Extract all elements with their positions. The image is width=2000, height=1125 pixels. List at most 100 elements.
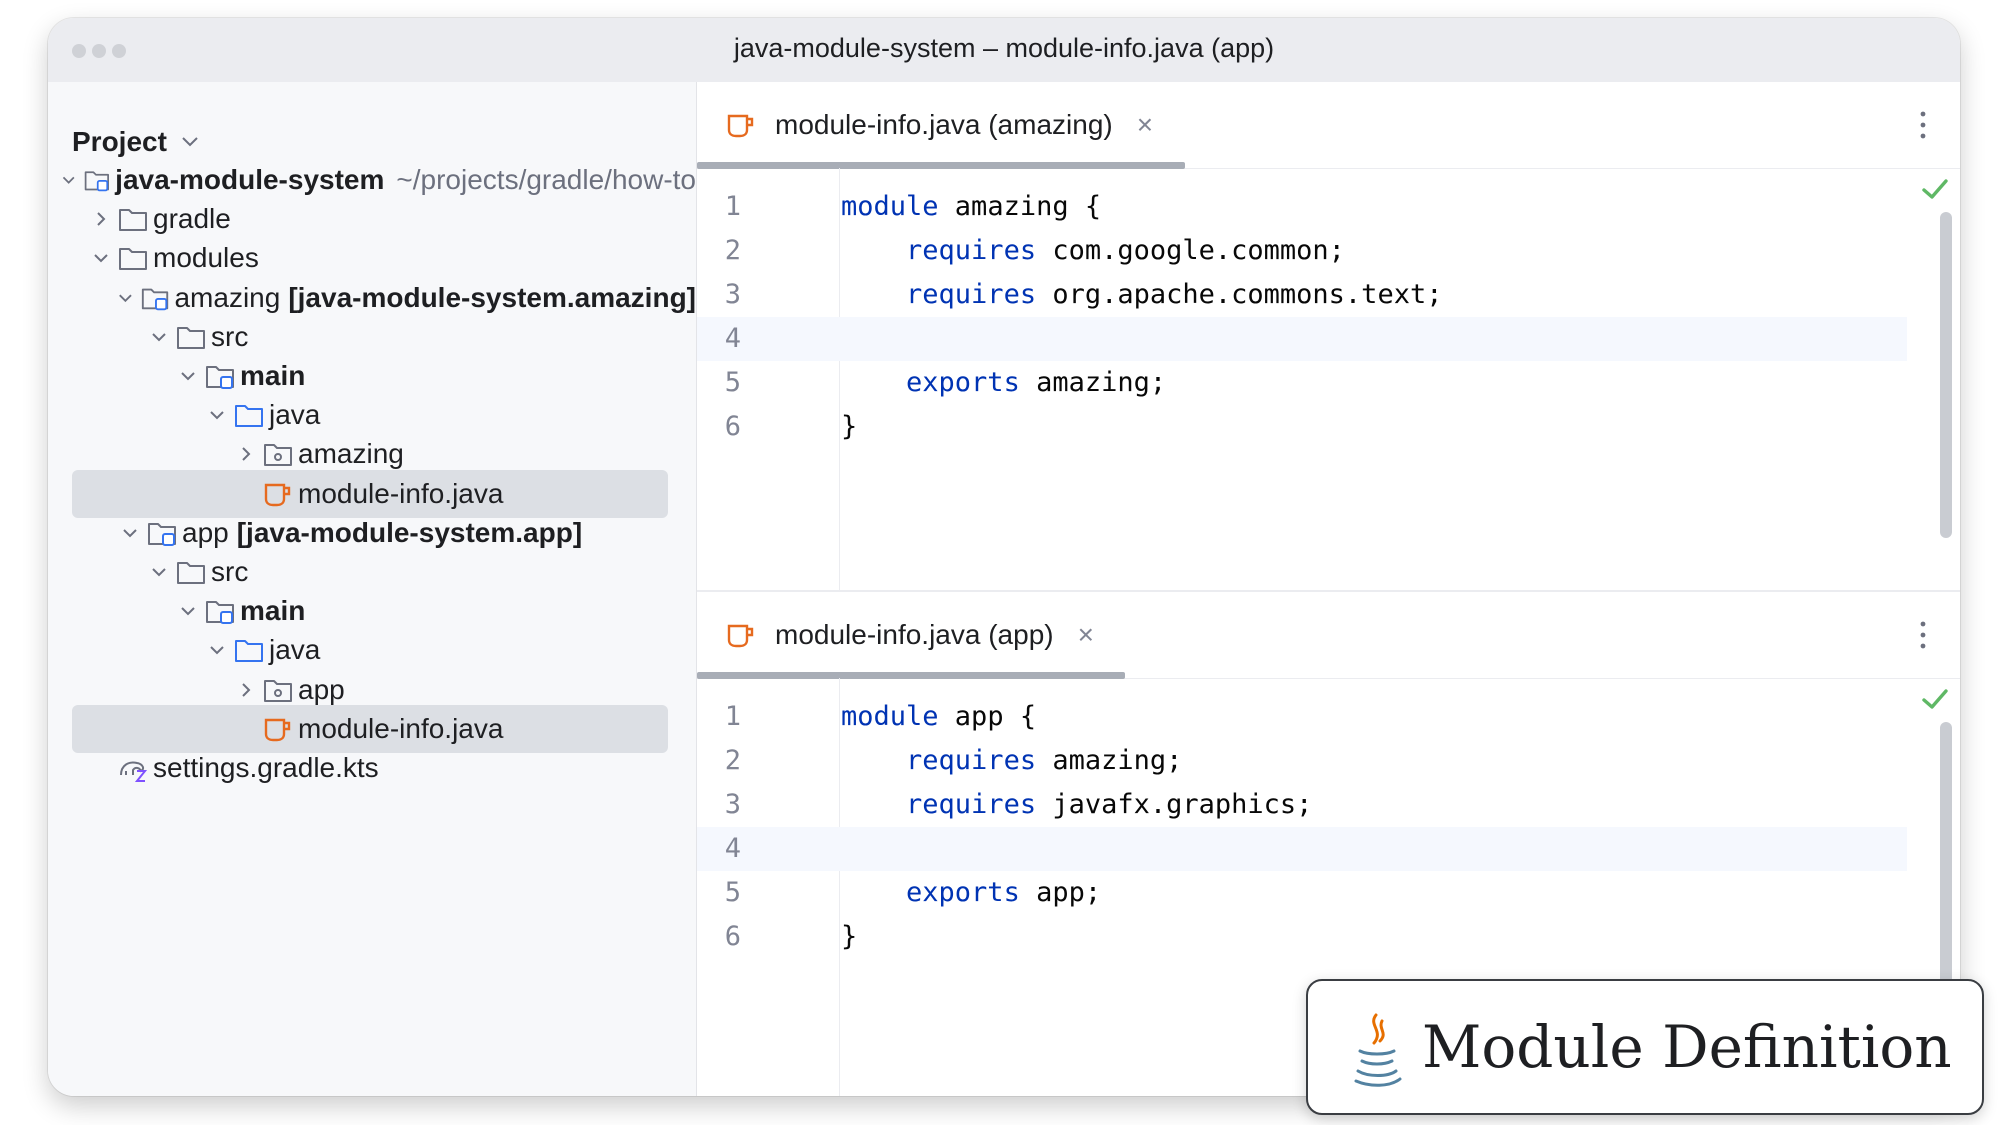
module-folder-icon: [206, 366, 234, 389]
vertical-scrollbar[interactable]: [1940, 212, 1952, 538]
inspection-ok-icon[interactable]: [1920, 176, 1950, 202]
chevron-down-icon[interactable]: [116, 288, 135, 308]
editor-tab-bar: module-info.java (app) ×: [697, 592, 1960, 679]
chevron-down-icon[interactable]: [91, 248, 111, 268]
module-folder-icon: [206, 601, 234, 625]
tree-item-module-name: [java-module-system.amazing]: [288, 281, 696, 313]
tree-item[interactable]: settings.gradle.kts: [48, 744, 696, 792]
chevron-down-icon[interactable]: [120, 523, 140, 543]
gradle-kts-icon: [120, 761, 148, 782]
editor-tab[interactable]: module-info.java (amazing) ×: [697, 82, 1153, 168]
java-file-icon: [727, 624, 754, 648]
chevron-right-icon[interactable]: [236, 444, 256, 464]
java-file-icon: [727, 114, 754, 138]
chevron-spacer: [236, 484, 256, 504]
code-token: javafx.graphics;: [1036, 789, 1313, 820]
code-token: org.apache.commons.text;: [1036, 279, 1443, 310]
editor-tab[interactable]: module-info.java (app) ×: [697, 592, 1094, 678]
folder-icon: [177, 326, 205, 349]
chevron-down-icon[interactable]: [207, 640, 227, 660]
code-line[interactable]: 2 requires com.google.common;: [697, 229, 1907, 273]
module-folder-icon: [148, 522, 176, 546]
code-token: com.google.common;: [1036, 235, 1345, 266]
source-folder-icon: [235, 640, 263, 663]
inspection-ok-icon[interactable]: [1920, 686, 1950, 712]
tree-item-label: java-module-system: [115, 164, 385, 195]
code-line[interactable]: 5 exports amazing;: [697, 361, 1907, 405]
window-title: java-module-system – module-info.java (a…: [733, 33, 1275, 63]
source-folder-icon: [235, 405, 263, 428]
chevron-right-icon[interactable]: [91, 209, 111, 229]
project-view-selector[interactable]: Project: [72, 126, 199, 158]
tree-item-label: src: [211, 556, 249, 587]
code-line[interactable]: 6}: [697, 915, 1907, 959]
active-tab-indicator: [697, 162, 1185, 169]
line-number: 4: [724, 833, 741, 864]
line-number: 6: [724, 921, 741, 952]
close-icon[interactable]: ×: [1078, 619, 1094, 651]
line-number: 3: [724, 789, 741, 820]
code-line[interactable]: 3 requires javafx.graphics;: [697, 783, 1907, 827]
tree-item-module-name: [java-module-system.app]: [236, 516, 583, 548]
chevron-down-icon[interactable]: [207, 405, 227, 425]
chevron-down-icon[interactable]: [178, 601, 198, 621]
code-token: app {: [938, 701, 1037, 732]
more-options-icon[interactable]: [1920, 110, 1926, 140]
keyword-token: requires: [906, 745, 1037, 776]
folder-icon: [119, 209, 147, 232]
line-number: 4: [724, 323, 741, 354]
java-file-icon: [264, 718, 291, 741]
code-line[interactable]: 4: [697, 317, 1907, 361]
keyword-token: exports: [906, 877, 1020, 908]
folder-icon: [177, 562, 205, 584]
line-number: 6: [724, 411, 741, 442]
line-number: 3: [724, 279, 741, 310]
code-line[interactable]: 1 module amazing {: [697, 185, 1907, 229]
tree-item-label: amazing: [298, 438, 404, 470]
code-line[interactable]: 2 requires amazing;: [697, 739, 1907, 783]
close-icon[interactable]: ×: [1137, 109, 1153, 141]
tree-item-label: gradle: [153, 203, 231, 235]
editor-tab-label: module-info.java (amazing): [775, 109, 1113, 140]
code-line[interactable]: 1 module app {: [697, 695, 1907, 739]
code-line[interactable]: 4: [697, 827, 1907, 871]
tree-item-label: main: [240, 360, 306, 391]
active-tab-indicator: [697, 672, 1125, 679]
tree-item-label: amazing: [174, 281, 281, 313]
chevron-down-icon[interactable]: [178, 366, 198, 386]
code-token: app;: [1019, 877, 1102, 908]
code-text: requires amazing;: [841, 745, 1182, 776]
line-number: 5: [724, 877, 741, 908]
code-text: module app {: [841, 701, 1036, 732]
folder-icon: [119, 248, 147, 271]
chevron-right-icon[interactable]: [236, 680, 256, 700]
code-line[interactable]: 6}: [697, 405, 1907, 449]
code-text: exports amazing;: [841, 367, 1166, 398]
java-file-icon: [264, 483, 291, 506]
title-bar: java-module-system – module-info.java (a…: [48, 18, 1960, 83]
code-line[interactable]: 5 exports app;: [697, 871, 1907, 915]
line-number: 5: [724, 367, 741, 398]
ide-window: java-module-system – module-info.java (a…: [48, 18, 1960, 1096]
project-header-label: Project: [72, 126, 167, 157]
more-options-icon[interactable]: [1920, 620, 1926, 650]
chevron-down-icon[interactable]: [60, 170, 77, 190]
chevron-down-icon[interactable]: [149, 327, 169, 347]
tree-item-label: main: [240, 595, 306, 627]
tree-item-label: app: [182, 516, 229, 548]
code-text: }: [841, 921, 857, 952]
package-icon: [264, 679, 292, 702]
code-line[interactable]: 3 requires org.apache.commons.text;: [697, 273, 1907, 317]
chevron-down-icon[interactable]: [149, 562, 169, 582]
badge-title: Module Definition: [1422, 1013, 1952, 1081]
tree-item-label: settings.gradle.kts: [153, 752, 379, 783]
vertical-scrollbar[interactable]: [1940, 722, 1952, 1022]
line-number: 1: [724, 191, 741, 222]
tree-item-label: module-info.java: [298, 712, 504, 744]
line-number: 2: [724, 745, 741, 776]
editor-tab-bar: module-info.java (amazing) ×: [697, 82, 1960, 169]
code-text: }: [841, 411, 857, 442]
module-folder-icon: [85, 171, 110, 192]
chevron-spacer: [91, 758, 111, 778]
